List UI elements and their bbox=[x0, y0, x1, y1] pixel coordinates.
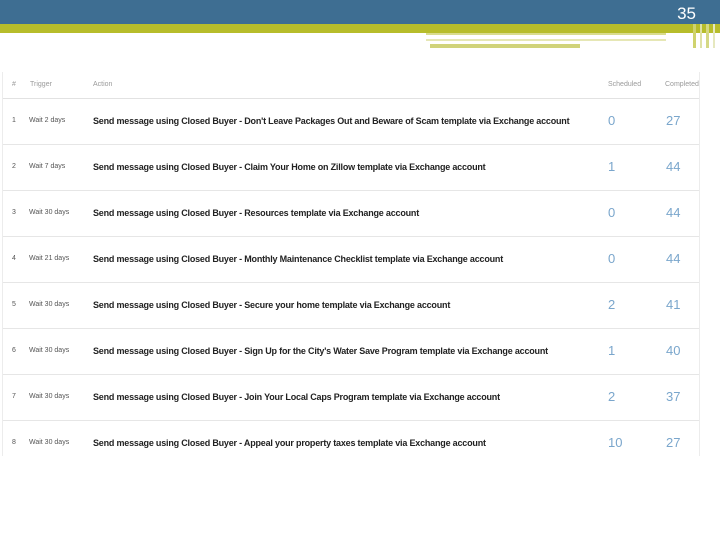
completed-count[interactable]: 41 bbox=[666, 282, 680, 328]
step-trigger: Wait 30 days bbox=[29, 301, 70, 308]
completed-count[interactable]: 27 bbox=[666, 98, 680, 144]
table-row[interactable]: 3 Wait 30 days Send message using Closed… bbox=[3, 190, 699, 237]
column-header-scheduled[interactable]: Scheduled bbox=[608, 81, 641, 88]
slide-number: 35 bbox=[677, 4, 696, 23]
column-header-completed[interactable]: Completed bbox=[665, 81, 699, 88]
decor-vertical-stripe bbox=[700, 24, 702, 48]
completed-count[interactable]: 40 bbox=[666, 328, 680, 374]
completed-count[interactable]: 44 bbox=[666, 236, 680, 282]
step-number: 2 bbox=[12, 163, 16, 170]
table-row[interactable]: 1 Wait 2 days Send message using Closed … bbox=[3, 98, 699, 145]
scheduled-count[interactable]: 0 bbox=[608, 98, 615, 144]
step-trigger: Wait 30 days bbox=[29, 439, 70, 446]
scheduled-count[interactable]: 0 bbox=[608, 190, 615, 236]
step-action[interactable]: Send message using Closed Buyer - Monthl… bbox=[93, 236, 503, 282]
column-header-action[interactable]: Action bbox=[93, 81, 112, 88]
step-number: 7 bbox=[12, 393, 16, 400]
scheduled-count[interactable]: 2 bbox=[608, 282, 615, 328]
completed-count[interactable]: 44 bbox=[666, 144, 680, 190]
step-number: 1 bbox=[12, 117, 16, 124]
slide-accent-bar bbox=[0, 24, 720, 33]
table-row[interactable]: 4 Wait 21 days Send message using Closed… bbox=[3, 236, 699, 283]
step-action[interactable]: Send message using Closed Buyer - Resour… bbox=[93, 190, 419, 236]
completed-count[interactable]: 37 bbox=[666, 374, 680, 420]
step-action[interactable]: Send message using Closed Buyer - Claim … bbox=[93, 144, 486, 190]
step-number: 5 bbox=[12, 301, 16, 308]
decor-vertical-stripe bbox=[706, 24, 709, 48]
step-number: 6 bbox=[12, 347, 16, 354]
step-number: 8 bbox=[12, 439, 16, 446]
step-trigger: Wait 30 days bbox=[29, 209, 70, 216]
scheduled-count[interactable]: 0 bbox=[608, 236, 615, 282]
step-trigger: Wait 2 days bbox=[29, 117, 66, 124]
table-header-row: # Trigger Action Scheduled Completed bbox=[3, 72, 699, 99]
scheduled-count[interactable]: 1 bbox=[608, 144, 615, 190]
table-row[interactable]: 5 Wait 30 days Send message using Closed… bbox=[3, 282, 699, 329]
column-header-number[interactable]: # bbox=[12, 81, 16, 88]
table-row[interactable]: 2 Wait 7 days Send message using Closed … bbox=[3, 144, 699, 191]
step-action[interactable]: Send message using Closed Buyer - Secure… bbox=[93, 282, 450, 328]
scheduled-count[interactable]: 10 bbox=[608, 420, 622, 458]
table-row[interactable]: 6 Wait 30 days Send message using Closed… bbox=[3, 328, 699, 375]
step-trigger: Wait 7 days bbox=[29, 163, 66, 170]
decor-vertical-stripe bbox=[693, 24, 696, 48]
completed-count[interactable]: 44 bbox=[666, 190, 680, 236]
step-number: 3 bbox=[12, 209, 16, 216]
step-trigger: Wait 30 days bbox=[29, 347, 70, 354]
column-header-trigger[interactable]: Trigger bbox=[30, 81, 52, 88]
step-action[interactable]: Send message using Closed Buyer - Join Y… bbox=[93, 374, 500, 420]
campaign-steps-table: # Trigger Action Scheduled Completed 1 W… bbox=[2, 72, 700, 456]
step-action[interactable]: Send message using Closed Buyer - Appeal… bbox=[93, 420, 486, 458]
decor-stripe bbox=[426, 39, 666, 41]
decor-vertical-stripe bbox=[713, 24, 715, 48]
decor-stripe bbox=[430, 44, 580, 48]
step-action[interactable]: Send message using Closed Buyer - Sign U… bbox=[93, 328, 548, 374]
table-row[interactable]: 8 Wait 30 days Send message using Closed… bbox=[3, 420, 699, 458]
slide-header-bar bbox=[0, 0, 720, 24]
step-number: 4 bbox=[12, 255, 16, 262]
scheduled-count[interactable]: 2 bbox=[608, 374, 615, 420]
step-trigger: Wait 21 days bbox=[29, 255, 70, 262]
scheduled-count[interactable]: 1 bbox=[608, 328, 615, 374]
decor-stripe bbox=[426, 33, 666, 35]
step-trigger: Wait 30 days bbox=[29, 393, 70, 400]
completed-count[interactable]: 27 bbox=[666, 420, 680, 458]
step-action[interactable]: Send message using Closed Buyer - Don't … bbox=[93, 98, 570, 144]
table-row[interactable]: 7 Wait 30 days Send message using Closed… bbox=[3, 374, 699, 421]
